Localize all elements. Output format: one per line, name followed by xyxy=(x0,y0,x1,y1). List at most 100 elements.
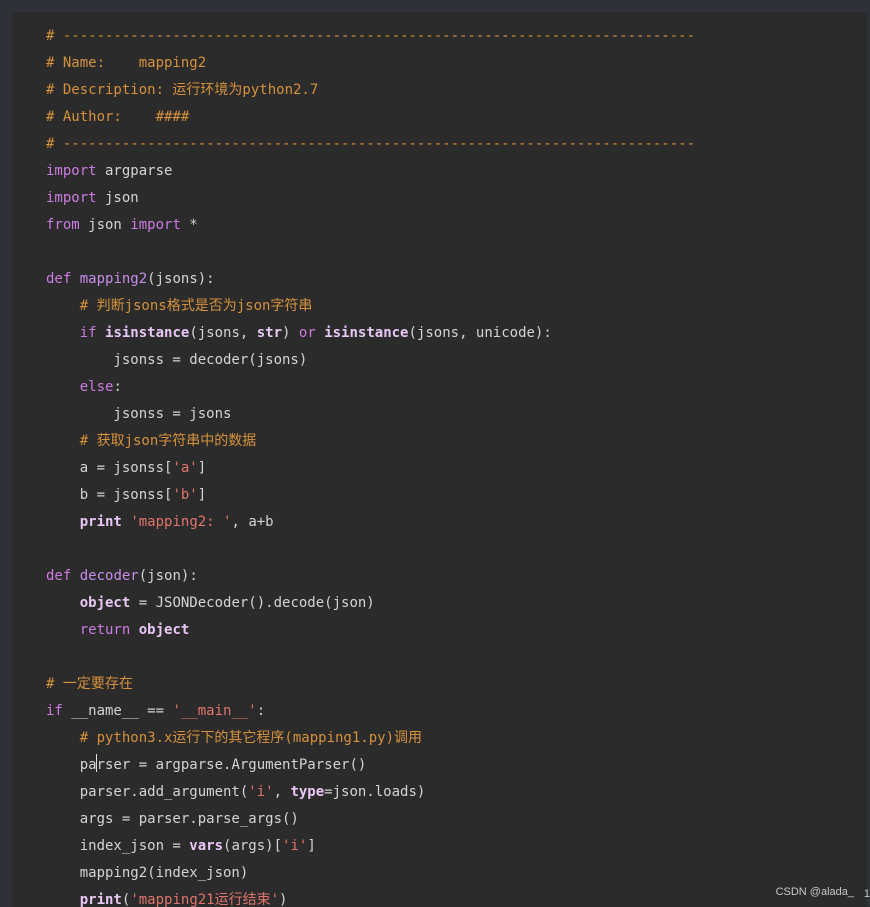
code-token-plain: json xyxy=(96,190,139,206)
code-line[interactable]: print 'mapping2: ', a+b xyxy=(46,509,695,536)
code-token-plain: = JSONDecoder().decode(json) xyxy=(130,595,375,611)
code-token-plain: (args)[ xyxy=(223,838,283,854)
code-line[interactable]: else: xyxy=(46,374,695,401)
code-token-keyword: if xyxy=(79,325,97,341)
code-line[interactable] xyxy=(46,644,695,671)
code-token-builtin: object xyxy=(79,595,131,611)
code-token-keyword: or xyxy=(298,325,316,341)
code-token-string: 'i' xyxy=(248,784,274,800)
code-token-plain: argparse xyxy=(96,163,173,179)
code-token-plain: ] xyxy=(307,838,316,854)
code-token-plain: , a+b xyxy=(231,514,274,530)
code-token-plain: (jsons, unicode): xyxy=(408,325,552,341)
code-token-comment: # 判断jsons格式是否为json字符串 xyxy=(79,298,313,314)
code-token-builtin: str xyxy=(256,325,283,341)
code-line[interactable]: mapping2(index_json) xyxy=(46,860,695,887)
code-token-comment: # Author: #### xyxy=(46,109,190,125)
code-line[interactable]: # --------------------------------------… xyxy=(46,23,695,50)
code-token-comment: # Name: mapping2 xyxy=(46,55,207,71)
code-line[interactable]: # 获取json字符串中的数据 xyxy=(46,428,695,455)
code-token-string: 'i' xyxy=(282,838,308,854)
code-line[interactable] xyxy=(46,239,695,266)
code-line[interactable]: jsonss = jsons xyxy=(46,401,695,428)
code-token-plain: parser.add_argument( xyxy=(46,784,249,800)
code-line[interactable]: parser.add_argument('i', type=json.loads… xyxy=(46,779,695,806)
code-token-fn: decoder xyxy=(79,568,139,584)
code-line[interactable]: object = JSONDecoder().decode(json) xyxy=(46,590,695,617)
code-token-keyword: import xyxy=(46,190,97,206)
code-token-builtin: object xyxy=(138,622,190,638)
code-line[interactable]: jsonss = decoder(jsons) xyxy=(46,347,695,374)
code-token-string: 'mapping21运行结束' xyxy=(130,892,280,907)
code-token-string: 'b' xyxy=(172,487,198,503)
code-token-plain: : xyxy=(113,379,122,395)
code-line[interactable]: # --------------------------------------… xyxy=(46,131,695,158)
code-token-plain: __name__ == xyxy=(62,703,173,719)
code-line[interactable]: if __name__ == '__main__': xyxy=(46,698,695,725)
code-token-builtin: isinstance xyxy=(324,325,409,341)
code-line[interactable]: index_json = vars(args)['i'] xyxy=(46,833,695,860)
code-line[interactable]: parser = argparse.ArgumentParser() xyxy=(46,752,695,779)
code-token-plain: , xyxy=(273,784,291,800)
code-token-keyword: def xyxy=(46,271,72,287)
code-token-plain: ] xyxy=(197,460,207,476)
code-token-builtin: type xyxy=(290,784,325,800)
code-token-plain: jsonss = jsons xyxy=(46,406,232,422)
code-token-comment: # Description: 运行环境为python2.7 xyxy=(46,82,319,98)
code-line[interactable]: # Name: mapping2 xyxy=(46,50,695,77)
code-line[interactable]: b = jsonss['b'] xyxy=(46,482,695,509)
code-token-comment: # --------------------------------------… xyxy=(46,28,696,44)
code-line[interactable]: def decoder(json): xyxy=(46,563,695,590)
code-line[interactable]: # Author: #### xyxy=(46,104,695,131)
code-line[interactable]: a = jsonss['a'] xyxy=(46,455,695,482)
code-token-plain: rser = argparse.ArgumentParser() xyxy=(96,757,367,773)
code-token-comment: # --------------------------------------… xyxy=(46,136,696,152)
code-line[interactable]: # 一定要存在 xyxy=(46,671,695,698)
code-token-plain: (json): xyxy=(138,568,198,584)
code-line[interactable]: def mapping2(jsons): xyxy=(46,266,695,293)
code-token-builtin: isinstance xyxy=(105,325,190,341)
code-token-keyword: def xyxy=(46,568,72,584)
code-line[interactable]: # python3.x运行下的其它程序(mapping1.py)调用 xyxy=(46,725,695,752)
code-line[interactable]: print('mapping21运行结束') xyxy=(46,887,695,907)
edge-mark: 1 xyxy=(863,888,870,900)
code-token-comment: # python3.x运行下的其它程序(mapping1.py)调用 xyxy=(79,730,423,746)
code-editor[interactable]: # --------------------------------------… xyxy=(12,12,867,907)
code-line[interactable]: import json xyxy=(46,185,695,212)
code-line[interactable]: args = parser.parse_args() xyxy=(46,806,695,833)
code-line[interactable]: import argparse xyxy=(46,158,695,185)
code-line[interactable] xyxy=(46,536,695,563)
code-line[interactable]: return object xyxy=(46,617,695,644)
code-token-plain: ] xyxy=(197,487,207,503)
code-token-plain: : xyxy=(256,703,266,719)
code-token-fn: mapping2 xyxy=(79,271,148,287)
page-frame: # --------------------------------------… xyxy=(0,0,870,907)
code-token-plain: a = jsonss[ xyxy=(46,460,173,476)
code-token-keyword: else xyxy=(79,379,114,395)
code-token-plain: * xyxy=(180,217,198,233)
code-block[interactable]: # --------------------------------------… xyxy=(46,23,695,907)
code-token-plain: index_json = xyxy=(46,838,190,854)
code-token-comment: # 获取json字符串中的数据 xyxy=(79,433,257,449)
code-token-string: 'mapping2: ' xyxy=(130,514,232,530)
code-token-keyword: if xyxy=(46,703,63,719)
code-line[interactable]: # Description: 运行环境为python2.7 xyxy=(46,77,695,104)
code-line[interactable]: if isinstance(jsons, str) or isinstance(… xyxy=(46,320,695,347)
code-token-plain: pa xyxy=(46,757,97,773)
code-token-keyword: import xyxy=(130,217,181,233)
code-token-plain: (jsons): xyxy=(147,271,215,287)
watermark: CSDN @alada_ xyxy=(775,886,854,898)
code-token-plain: ) xyxy=(282,325,299,341)
code-line[interactable]: from json import * xyxy=(46,212,695,239)
code-line[interactable]: # 判断jsons格式是否为json字符串 xyxy=(46,293,695,320)
